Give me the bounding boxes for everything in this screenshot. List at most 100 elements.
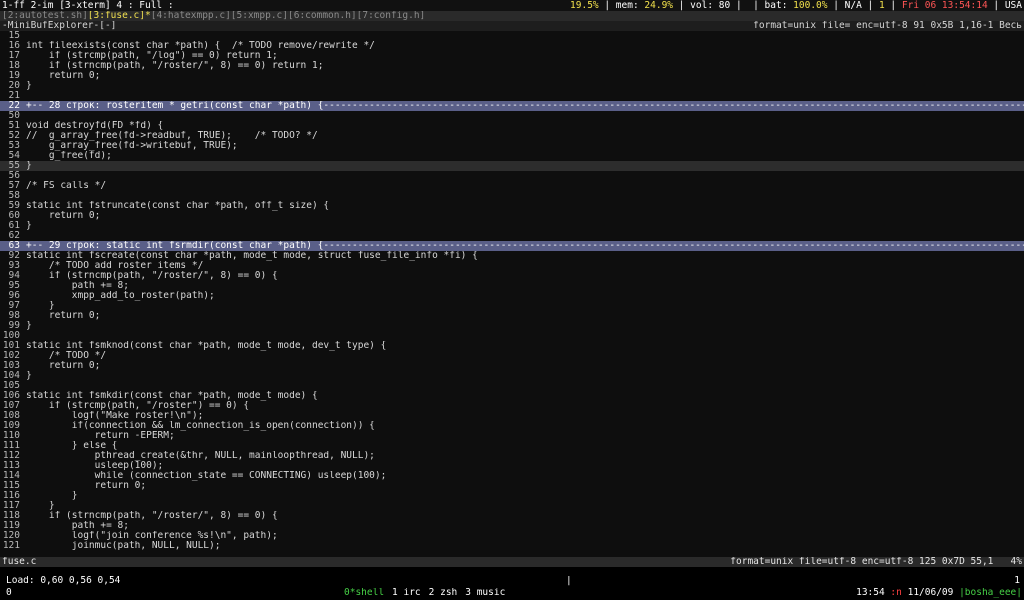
code-line[interactable]: 17 if (strcmp(path, "/log") == 0) return… [0,51,1024,61]
line-number: 113 [2,461,20,471]
code-line[interactable]: 110 return -EPERM; [0,431,1024,441]
code-line[interactable]: 57 /* FS calls */ [0,181,1024,191]
code-line[interactable]: 98 return 0; [0,311,1024,321]
code-line[interactable]: 96 xmpp_add_to_roster(path); [0,291,1024,301]
code-line[interactable]: 60 return 0; [0,211,1024,221]
code-line[interactable]: 52 // g_array_free(fd->readbuf, TRUE); /*… [0,131,1024,141]
vim-status-line: fuse.c format=unix file=utf-8 enc=utf-8 … [0,557,1024,567]
code-line[interactable]: 56 [0,171,1024,181]
code-line[interactable]: 97 } [0,301,1024,311]
code-line[interactable]: 119 path += 8; [0,521,1024,531]
code-line[interactable]: 114 while (connection_state == CONNECTIN… [0,471,1024,481]
code-line[interactable]: 95 path += 8; [0,281,1024,291]
code-line[interactable]: 120 logf("join conference %s!\n", path); [0,531,1024,541]
line-text: static int fstruncate(const char *path, … [26,201,330,211]
line-number: 56 [8,171,20,181]
code-line[interactable]: 50 [0,111,1024,121]
line-number: 61 [8,221,20,231]
code-line[interactable]: 112 pthread_create(&thr, NULL, mainloopt… [0,451,1024,461]
code-line[interactable]: 59 static int fstruncate(const char *path… [0,201,1024,211]
line-text: return 0; [26,71,101,81]
code-line[interactable]: 121 joinmuc(path, NULL, NULL); [0,541,1024,551]
code-line[interactable]: 109 if(connection && lm_connection_is_op… [0,421,1024,431]
code-line[interactable]: 18 if (strncmp(path, "/roster/", 8) == 0… [0,61,1024,71]
line-number: 105 [2,381,20,391]
code-line[interactable]: 105 [0,381,1024,391]
line-text: while (connection_state == CONNECTING) u… [26,471,387,481]
line-text: if (strncmp(path, "/roster/", 8) == 0) { [26,511,278,521]
screen-window[interactable]: 3 music [465,588,505,598]
code-line[interactable]: 118 if (strncmp(path, "/roster/", 8) == … [0,511,1024,521]
line-number: 117 [2,501,20,511]
code-line[interactable]: 62 [0,231,1024,241]
line-text: return 0; [26,211,101,221]
code-line[interactable]: 19 return 0; [0,71,1024,81]
buffer-tab[interactable]: [6:common.h] [288,11,357,21]
buffer-tab[interactable]: [7:config.h] [357,11,426,21]
line-number: 62 [8,231,20,241]
line-text: return 0; [26,481,147,491]
fold-line[interactable]: 63 +-- 29 строк: static int fsrmdir(const… [0,241,1024,251]
buffer-tab[interactable]: [4:hatexmpp.c] [151,11,231,21]
code-line[interactable]: 115 return 0; [0,481,1024,491]
code-line[interactable]: 54 g_free(fd); [0,151,1024,161]
buffer-tab[interactable]: [2:autotest.sh] [2,11,88,21]
line-number: 119 [2,521,20,531]
code-line[interactable]: 21 [0,91,1024,101]
line-text: } [26,301,55,311]
screen-window[interactable]: 2 zsh [429,588,458,598]
code-line[interactable]: 117 } [0,501,1024,511]
bat-label: | | bat: [730,0,794,11]
line-number: 59 [8,201,20,211]
code-line[interactable]: 58 [0,191,1024,201]
code-line[interactable]: 20} [0,81,1024,91]
line-number: 16 [8,41,20,51]
status-fileinfo: format=unix file=utf-8 enc=utf-8 125 0x7… [730,557,1022,567]
line-text: logf("join conference %s!\n", path); [26,531,278,541]
line-text: path += 8; [26,521,129,531]
line-text: } [26,321,32,331]
line-text: int fileexists(const char *path) { /* TO… [26,41,375,51]
fold-line[interactable]: 22 +-- 28 строк: rosteritem * getri(const… [0,101,1024,111]
code-line[interactable]: 106 static int fsmkdir(const char *path, … [0,391,1024,401]
screen-time-separator: :n [884,588,908,598]
buffer-tab[interactable]: [3:fuse.c]* [88,11,151,21]
code-line[interactable]: 15 [0,31,1024,41]
code-line[interactable]: 108 logf("Make roster!\n"); [0,411,1024,421]
code-line[interactable]: 93 /* TODO add roster items */ [0,261,1024,271]
code-editor[interactable]: 15 16 int fileexists(const char *path) { /… [0,31,1024,558]
screen-window[interactable]: 1 irc [392,588,421,598]
code-line[interactable]: 16 int fileexists(const char *path) { /* … [0,41,1024,51]
line-number: 116 [2,491,20,501]
code-line[interactable]: 92 static int fscreate(const char *path, … [0,251,1024,261]
line-number: 57 [8,181,20,191]
volume-level[interactable]: 80 [719,0,730,11]
code-line[interactable]: 94 if (strncmp(path, "/roster/", 8) == 0… [0,271,1024,281]
code-line[interactable]: 102 /* TODO */ [0,351,1024,361]
line-number: 121 [2,541,20,551]
code-line[interactable]: 55} [0,161,1024,171]
code-line[interactable]: 101 static int fsmknod(const char *path, … [0,341,1024,351]
minibuf-title: -MiniBufExplorer-[-] [2,21,117,31]
code-line[interactable]: 99} [0,321,1024,331]
buffer-tab[interactable]: [5:xmpp.c] [231,11,288,21]
line-number: 115 [2,481,20,491]
screen-window[interactable]: 0*shell [344,588,384,598]
line-text: /* TODO add roster items */ [26,261,204,271]
code-line[interactable]: 111 } else { [0,441,1024,451]
date-separator: | [884,0,902,11]
code-line[interactable]: 116 } [0,491,1024,501]
wm-workspaces[interactable]: 1-ff 2-im [3-xterm] 4 : Full : [2,0,174,11]
hostname: |bosha_eee| [953,588,1022,598]
code-line[interactable]: 61} [0,221,1024,231]
code-line[interactable]: 100 [0,331,1024,341]
code-line[interactable]: 113 usleep(100); [0,461,1024,471]
code-line[interactable]: 103 return 0; [0,361,1024,371]
line-text: /* FS calls */ [26,181,107,191]
code-line[interactable]: 53 g_array_free(fd->writebuf, TRUE); [0,141,1024,151]
line-text: } [26,161,32,171]
code-line[interactable]: 104} [0,371,1024,381]
mem-usage: 24.9% [644,0,674,11]
code-line[interactable]: 107 if (strcmp(path, "/roster") == 0) { [0,401,1024,411]
code-line[interactable]: 51 void destroyfd(FD *fd) { [0,121,1024,131]
